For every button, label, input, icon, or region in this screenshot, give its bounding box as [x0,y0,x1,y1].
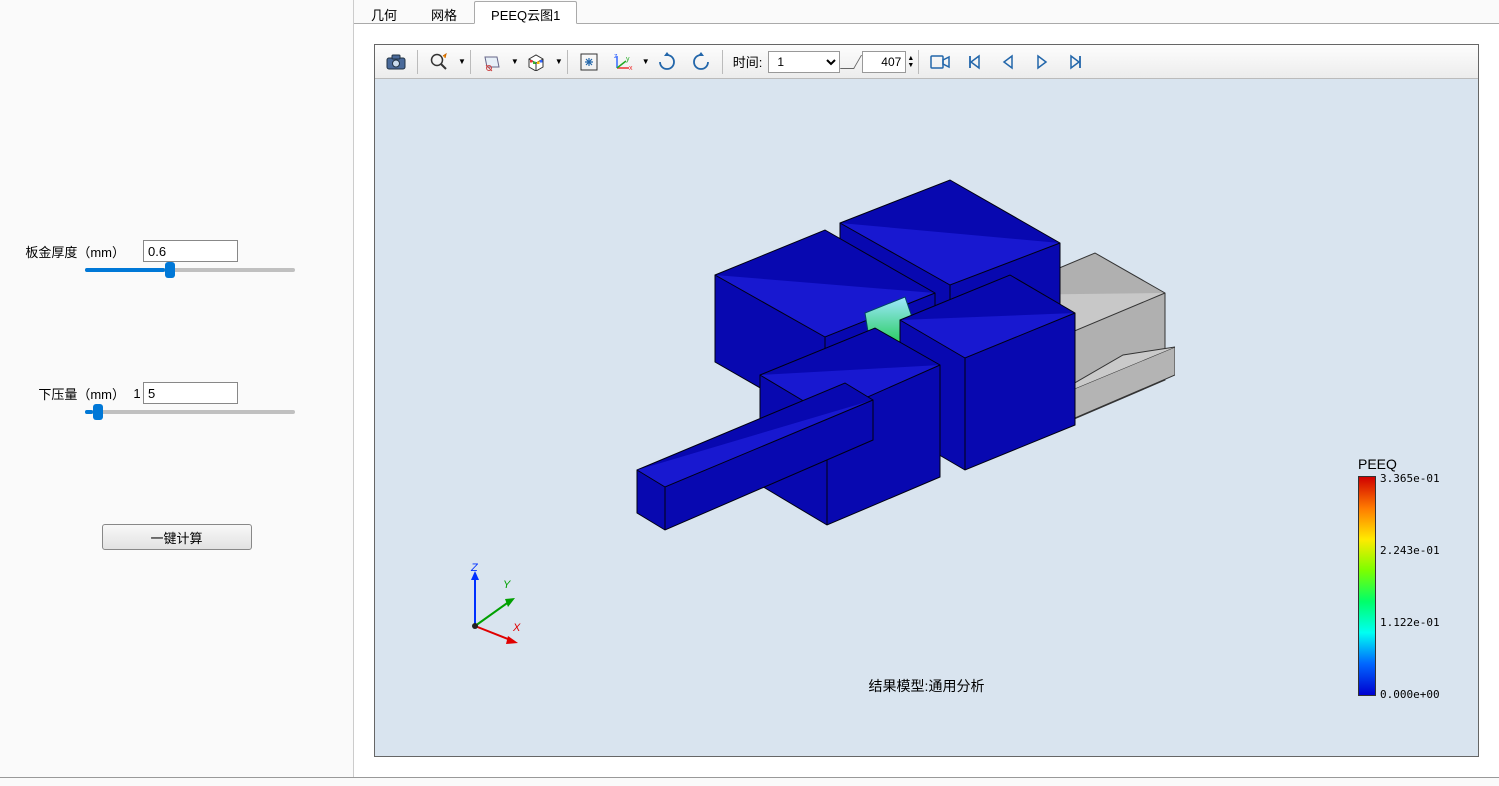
prev-frame-button[interactable] [992,48,1024,76]
app-root: 板金厚度（mm） 下压量（mm） 1 一键计算 [0,0,1499,786]
legend-tick-3: 0.000e+00 [1380,688,1440,701]
axis-x-label: X [513,622,520,634]
legend-title: PEEQ [1358,456,1448,472]
prev-icon [999,53,1017,71]
viewer-toolbar: ▼ ▼ [375,45,1478,79]
colormap-dropdown[interactable]: ▼ [555,57,563,66]
param-thickness: 板金厚度（mm） 下压量（mm） 1 一键计算 [25,240,328,550]
rotate-ccw-button[interactable] [685,48,717,76]
press-label: 下压量（mm） [25,384,125,403]
tab-mesh[interactable]: 网格 [414,1,474,24]
time-frame-stepper[interactable]: ▲▼ [907,55,914,69]
rotate-ccw-icon [691,52,711,72]
axes-icon: x z y [613,52,633,72]
left-panel: 板金厚度（mm） 下压量（mm） 1 一键计算 [0,0,353,777]
axis-z-label: Z [471,562,478,574]
main-area: 板金厚度（mm） 下压量（mm） 1 一键计算 [0,0,1499,778]
plane-icon [482,52,502,72]
thickness-label: 板金厚度（mm） [25,242,125,261]
camera-button[interactable] [380,48,412,76]
legend-tick-2: 1.122e-01 [1380,616,1440,629]
press-input[interactable] [143,382,238,404]
tab-geometry[interactable]: 几何 [354,1,414,24]
legend-colorbar [1358,476,1376,696]
thickness-slider[interactable] [85,268,295,272]
thickness-input[interactable] [143,240,238,262]
model-view[interactable] [515,125,1175,585]
axis-y-label: Y [503,579,510,591]
tab-peeq[interactable]: PEEQ云图1 [474,1,577,24]
viewer-frame[interactable]: ▼ ▼ [374,44,1479,757]
axes-button[interactable]: x z y [607,48,639,76]
axis-triad [455,566,535,646]
camera-icon [386,54,406,70]
param-row-thickness: 板金厚度（mm） [25,240,328,262]
svg-text:z: z [614,53,618,60]
axes-dropdown[interactable]: ▼ [642,57,650,66]
press-extra: 1 [131,386,143,401]
press-slider[interactable] [85,410,295,414]
result-model-label: 结果模型:通用分析 [869,676,985,696]
play-button[interactable] [1026,48,1058,76]
color-legend: PEEQ 3.365e-01 2.243e-01 1.122e-01 0.000… [1358,456,1448,696]
first-frame-button[interactable] [958,48,990,76]
skip-first-icon [965,53,983,71]
time-frame-input[interactable] [862,51,906,73]
time-select[interactable]: 1 [768,51,840,73]
plane-button[interactable] [476,48,508,76]
video-button[interactable] [924,48,956,76]
zoom-dropdown[interactable]: ▼ [458,57,466,66]
tab-bar: 几何 网格 PEEQ云图1 [354,0,1499,24]
legend-tick-0: 3.365e-01 [1380,472,1440,485]
time-separator-icon [840,55,862,69]
fit-button[interactable] [573,48,605,76]
svg-text:x: x [629,65,633,72]
compute-button[interactable]: 一键计算 [102,524,252,550]
time-label: 时间: [733,52,763,71]
rotate-cw-button[interactable] [651,48,683,76]
rubik-icon [527,53,545,71]
magnifier-icon [429,52,449,72]
rotate-cw-icon [657,52,677,72]
svg-text:y: y [626,56,630,63]
plane-dropdown[interactable]: ▼ [511,57,519,66]
play-icon [1033,53,1051,71]
colormap-button[interactable] [520,48,552,76]
fit-icon [579,52,599,72]
legend-tick-1: 2.243e-01 [1380,544,1440,557]
viewer-area: ▼ ▼ [354,24,1499,777]
param-row-press: 下压量（mm） 1 [25,382,328,404]
right-panel: 几何 网格 PEEQ云图1 ▼ [353,0,1499,777]
video-icon [930,54,950,70]
zoom-button[interactable] [423,48,455,76]
skip-last-icon [1067,53,1085,71]
next-frame-button[interactable] [1060,48,1092,76]
